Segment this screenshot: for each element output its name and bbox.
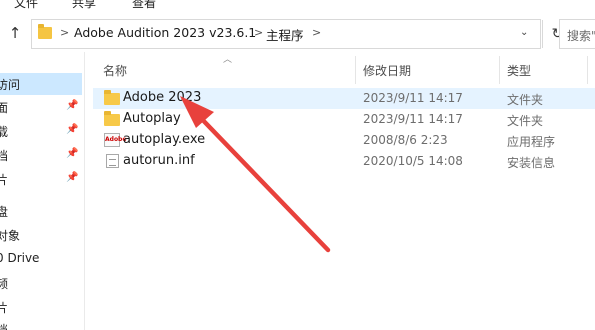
column-divider[interactable] [587,56,588,84]
breadcrumb-item[interactable]: Adobe Audition 2023 v23.6.1 [74,25,256,40]
nav-item-label: 面 [0,101,9,115]
nav-item-label: 片 [0,173,9,187]
file-name: autoplay.exe [123,132,206,147]
nav-item-label: 档 [0,149,9,163]
search-placeholder: 搜索" [567,29,595,43]
folder-icon [38,24,52,39]
address-row: ↑ > Adobe Audition 2023 v23.6.1 > 主程序 > … [0,14,595,52]
nav-item-downloads[interactable]: 载 📌 [0,120,82,142]
address-bar[interactable]: > Adobe Audition 2023 v23.6.1 > 主程序 > ⌄ … [31,19,563,49]
search-input[interactable]: 搜索" [559,19,595,49]
file-date: 2008/8/6 2:23 [363,133,448,147]
menu-view[interactable]: 查看 [132,0,156,11]
nav-item-label: 频 [0,277,9,291]
column-divider[interactable] [499,56,500,84]
nav-item-videos[interactable]: 频 [0,272,82,294]
file-name: autorun.inf [123,153,195,168]
chevron-right-icon[interactable]: > [60,26,69,39]
breadcrumb-item[interactable]: 主程序 [266,25,304,44]
nav-item-label: 0 Drive [0,251,40,265]
file-row[interactable]: Autoplay 2023/9/11 14:17 文件夹 [93,109,595,130]
nav-item-pictures[interactable]: 片 📌 [0,168,82,190]
chevron-down-icon[interactable]: ⌄ [520,27,528,38]
column-header-type[interactable]: 类型 [507,62,531,79]
nav-item-label: 访问 [0,78,21,92]
file-row[interactable]: Adobe autoplay.exe 2008/8/6 2:23 应用程序 [93,130,595,151]
nav-item-pictures-2[interactable]: 片 [0,296,82,318]
nav-item-label: 盘 [0,205,9,219]
menu-strip: 文件 共享 查看 [0,0,595,12]
file-name: Adobe 2023 [123,90,202,105]
file-type: 文件夹 [507,93,544,107]
file-row[interactable]: autorun.inf 2020/10/5 14:08 安装信息 [93,151,595,172]
up-arrow-icon[interactable]: ↑ [6,24,24,42]
folder-icon [104,111,120,126]
nav-item-desktop[interactable]: 面 📌 [0,96,82,118]
nav-item-3d-objects[interactable]: 对象 [0,224,82,246]
file-date: 2023/9/11 14:17 [363,112,463,126]
file-name: Autoplay [123,111,181,126]
pin-icon[interactable]: 📌 [66,124,78,135]
inf-file-icon [106,154,119,168]
file-date: 2020/10/5 14:08 [363,154,463,168]
column-header-row: ︿ 名称 修改日期 类型 [93,52,595,86]
navigation-pane: 访问 面 📌 载 📌 档 📌 片 📌 盘 对象 0 Drive 频 片 档 [0,60,82,330]
column-header-date[interactable]: 修改日期 [363,62,411,79]
sort-ascending-icon: ︿ [223,55,233,65]
nav-item-documents-2[interactable]: 档 [0,318,82,330]
file-type: 应用程序 [507,135,556,149]
nav-item-documents[interactable]: 档 📌 [0,144,82,166]
file-row[interactable]: Adobe 2023 2023/9/11 14:17 文件夹 [93,88,595,109]
pin-icon[interactable]: 📌 [66,148,78,159]
file-date: 2023/9/11 14:17 [363,91,463,105]
nav-item-quick-access[interactable]: 访问 [0,73,82,95]
chevron-right-icon[interactable]: > [254,26,263,39]
adobe-exe-icon: Adobe [104,133,126,147]
column-header-name[interactable]: 名称 [103,62,127,79]
menu-share[interactable]: 共享 [72,0,96,11]
pin-icon[interactable]: 📌 [66,100,78,111]
pane-divider[interactable] [84,52,85,330]
menu-file[interactable]: 文件 [14,0,38,11]
nav-item-label: 片 [0,301,9,315]
file-type: 安装信息 [507,156,556,170]
nav-item-label: 档 [0,323,9,330]
nav-item-drive[interactable]: 盘 [0,200,82,222]
nav-item-onedrive[interactable]: 0 Drive [0,248,82,270]
file-type: 文件夹 [507,114,544,128]
nav-item-label: 载 [0,125,9,139]
pin-icon[interactable]: 📌 [66,172,78,183]
nav-item-label: 对象 [0,229,21,243]
chevron-right-icon[interactable]: > [312,26,321,39]
column-divider[interactable] [355,56,356,84]
folder-icon [104,90,120,105]
